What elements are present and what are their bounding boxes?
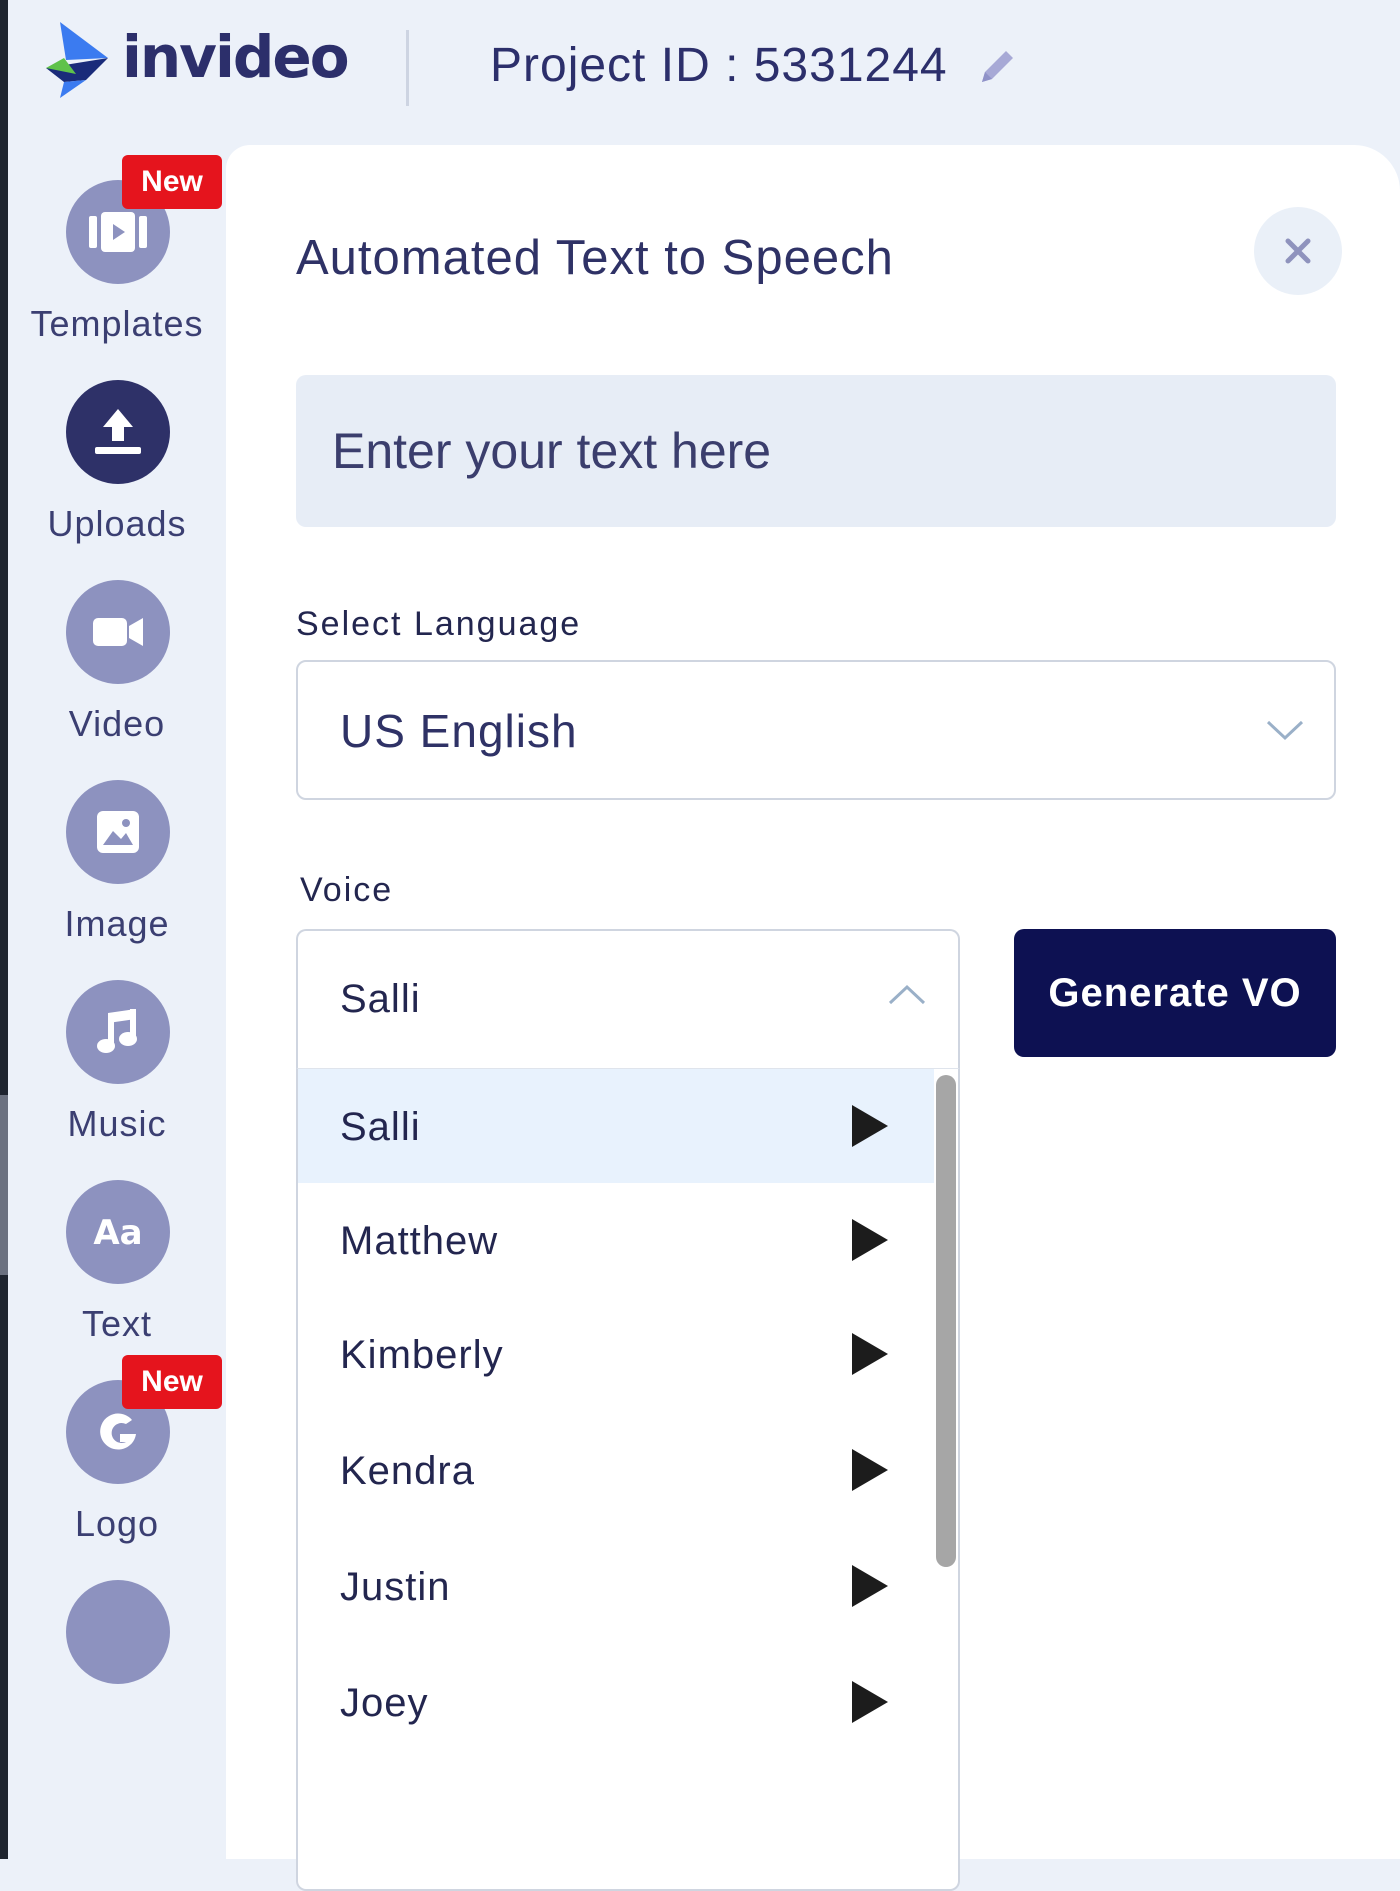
close-button[interactable] (1254, 207, 1342, 295)
sidebar-item-templates[interactable]: New Templates (8, 145, 226, 345)
voice-option-joey[interactable]: Joey (298, 1645, 934, 1759)
voice-option-label: Justin (340, 1565, 451, 1609)
play-icon[interactable] (850, 1563, 890, 1609)
text-to-speech-panel: Automated Text to Speech Select Language… (226, 145, 1400, 1891)
top-header: invideo Project ID : 5331244 (8, 0, 1400, 145)
sidebar-item-music[interactable]: Music (8, 945, 226, 1145)
nav-icon-circle (66, 580, 170, 684)
image-icon (97, 811, 139, 853)
play-icon[interactable] (850, 1217, 890, 1263)
brand-name: invideo (122, 23, 350, 91)
voice-dropdown-list[interactable]: Salli Matthew Kimberly Kendra Justin Joe… (296, 1068, 960, 1891)
music-note-icon (97, 1009, 137, 1053)
nav-icon-circle (66, 1580, 170, 1684)
close-icon (1285, 238, 1311, 264)
window-left-edge (0, 0, 8, 1859)
voice-option-justin[interactable]: Justin (298, 1529, 934, 1643)
new-badge: New (122, 155, 222, 209)
nav-icon-circle (66, 780, 170, 884)
edit-pencil-icon[interactable] (976, 44, 1020, 88)
voice-label: Voice (300, 871, 394, 909)
play-icon[interactable] (850, 1331, 890, 1377)
window-edge-highlight (0, 1095, 8, 1275)
video-camera-icon (93, 618, 143, 646)
voice-option-label: Joey (340, 1681, 429, 1725)
voice-option-kimberly[interactable]: Kimberly (298, 1297, 934, 1411)
text-aa-icon: Aa (93, 1213, 142, 1252)
sidebar-item-uploads[interactable]: Uploads (8, 345, 226, 545)
project-id-text: Project ID : 5331244 (490, 39, 948, 92)
voice-selected-value: Salli (340, 977, 421, 1021)
sidebar-item-label: Image (64, 903, 170, 944)
play-icon[interactable] (850, 1103, 890, 1149)
dropdown-scrollbar[interactable] (936, 1075, 956, 1567)
sidebar-item-logo[interactable]: New Logo (8, 1345, 226, 1545)
nav-icon-circle: Aa (66, 1180, 170, 1284)
logo-icon (100, 1413, 136, 1450)
play-icon[interactable] (850, 1447, 890, 1493)
new-badge: New (122, 1355, 222, 1409)
voice-option-label: Kimberly (340, 1333, 504, 1377)
project-id: Project ID : 5331244 (490, 38, 1020, 93)
generate-vo-button[interactable]: Generate VO (1014, 929, 1336, 1057)
sidebar-item-label: Music (67, 1103, 167, 1144)
invideo-logo[interactable]: invideo (46, 22, 350, 98)
header-divider (406, 30, 409, 106)
voice-option-label: Kendra (340, 1449, 475, 1493)
invideo-logo-mark-icon (46, 22, 108, 98)
nav-icon-circle (66, 980, 170, 1084)
voice-option-kendra[interactable]: Kendra (298, 1413, 934, 1527)
chevron-down-icon (1266, 720, 1304, 741)
voice-option-salli[interactable]: Salli (298, 1069, 934, 1183)
nav-icon-circle (66, 380, 170, 484)
sidebar-item-text[interactable]: Aa Text (8, 1145, 226, 1345)
language-label: Select Language (296, 605, 582, 643)
language-selected-value: US English (340, 705, 578, 757)
template-icon (89, 212, 147, 252)
sidebar-item-label: Video (68, 703, 166, 744)
sidebar: New Templates Uploads Video Image Music … (8, 145, 226, 1859)
sidebar-item-label: Logo (74, 1503, 160, 1544)
voice-select[interactable]: Salli (296, 929, 960, 1069)
panel-title: Automated Text to Speech (296, 231, 894, 285)
play-icon[interactable] (850, 1679, 890, 1725)
voice-option-label: Matthew (340, 1219, 499, 1263)
sidebar-item-label: Templates (30, 303, 204, 344)
svg-text:Aa: Aa (93, 1213, 142, 1252)
sidebar-item-label: Uploads (47, 503, 187, 544)
sidebar-item-video[interactable]: Video (8, 545, 226, 745)
sidebar-item-image[interactable]: Image (8, 745, 226, 945)
tts-text-input[interactable] (296, 375, 1336, 527)
sidebar-item-partial[interactable] (8, 1545, 226, 1745)
voice-option-matthew[interactable]: Matthew (298, 1183, 934, 1297)
chevron-up-icon (888, 984, 926, 1005)
upload-icon (95, 409, 141, 454)
voice-option-label: Salli (340, 1105, 421, 1149)
sidebar-item-label: Text (81, 1303, 153, 1344)
language-select[interactable]: US English (296, 660, 1336, 800)
